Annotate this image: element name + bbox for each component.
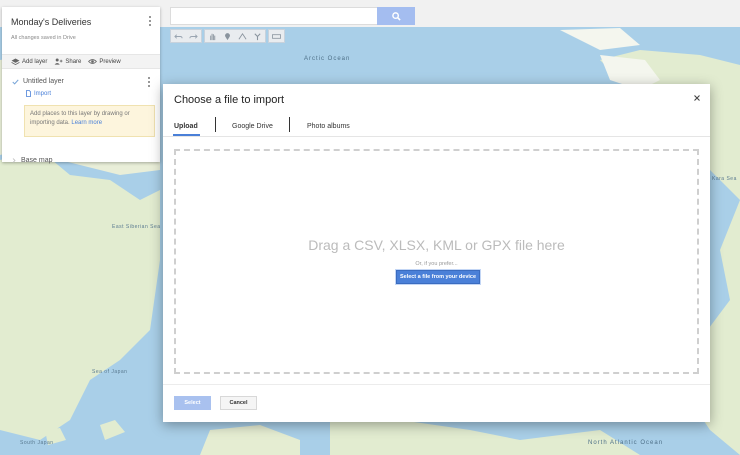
active-tab-indicator	[173, 134, 200, 136]
layer-notice: Add places to this layer by drawing or i…	[24, 105, 155, 137]
map-label-south-japan: South Japan	[20, 440, 54, 446]
checkmark-icon[interactable]	[12, 79, 19, 85]
panel-actions: Add layer Share Preview	[2, 54, 160, 69]
map-label-arctic: Arctic Ocean	[304, 56, 351, 62]
hand-icon	[210, 33, 216, 40]
shape-icon	[238, 32, 247, 39]
base-map-item[interactable]: Base map	[12, 157, 53, 164]
share-button[interactable]: Share	[54, 58, 81, 65]
map-label-north-atlantic: North Atlantic Ocean	[588, 440, 664, 446]
chevron-right-icon[interactable]	[12, 158, 16, 163]
file-drop-zone[interactable]: Drag a CSV, XLSX, KML or GPX file here O…	[174, 149, 699, 374]
undo-icon	[174, 33, 183, 39]
map-label-sea-of-japan: Sea of Japan	[92, 369, 128, 375]
draw-line-button[interactable]	[235, 30, 250, 42]
map-label-kara-sea: Kara Sea	[712, 176, 737, 182]
search-icon	[391, 11, 401, 21]
dialog-tabs: Upload Google Drive Photo albums	[163, 115, 710, 137]
drop-instructions: Drag a CSV, XLSX, KML or GPX file here	[308, 237, 565, 253]
tab-separator	[215, 117, 216, 132]
map-toolbar	[170, 29, 285, 43]
close-icon	[694, 95, 700, 101]
search-input[interactable]	[170, 7, 377, 25]
add-marker-button[interactable]	[220, 30, 235, 42]
file-icon	[26, 90, 31, 97]
ruler-icon	[272, 33, 281, 39]
add-directions-button[interactable]	[250, 30, 265, 42]
layer-menu-icon[interactable]	[146, 77, 152, 87]
select-button[interactable]: Select	[174, 396, 211, 410]
tab-separator	[289, 117, 290, 132]
import-link[interactable]: Import	[26, 90, 51, 97]
redo-icon	[189, 33, 198, 39]
cancel-button[interactable]: Cancel	[220, 396, 257, 410]
or-text: Or, if you prefer...	[415, 261, 458, 267]
preview-label: Preview	[99, 58, 121, 65]
select-device-file-button[interactable]: Select a file from your device	[396, 270, 480, 284]
close-button[interactable]	[692, 93, 702, 103]
map-label-east-siberian-sea: East Siberian Sea	[112, 224, 161, 230]
undo-button[interactable]	[171, 30, 186, 42]
eye-icon	[88, 59, 98, 64]
panel-menu-icon[interactable]	[147, 15, 153, 27]
map-title[interactable]: Monday's Deliveries	[11, 17, 91, 27]
import-dialog: Choose a file to import Upload Google Dr…	[163, 84, 710, 422]
measure-button[interactable]	[269, 30, 284, 42]
layer-name[interactable]: Untitled layer	[23, 78, 64, 85]
add-layer-label: Add layer	[22, 58, 48, 65]
add-layer-button[interactable]: Add layer	[11, 58, 47, 65]
import-label: Import	[34, 90, 52, 97]
hand-tool-button[interactable]	[205, 30, 220, 42]
save-status: All changes saved in Drive	[11, 35, 76, 41]
layers-icon	[11, 58, 20, 65]
dialog-title: Choose a file to import	[174, 94, 285, 106]
base-map-label: Base map	[21, 157, 53, 164]
search-button[interactable]	[377, 7, 415, 25]
tab-google-drive[interactable]: Google Drive	[232, 115, 273, 137]
map-panel: Monday's Deliveries All changes saved in…	[2, 7, 160, 164]
learn-more-link[interactable]: Learn more	[71, 120, 102, 126]
add-person-icon	[54, 58, 63, 65]
preview-button[interactable]: Preview	[88, 58, 121, 65]
share-label: Share	[65, 58, 82, 65]
redo-button[interactable]	[186, 30, 201, 42]
dialog-footer-divider	[163, 384, 710, 385]
layer-item[interactable]: Untitled layer	[12, 78, 64, 85]
tab-photo-albums[interactable]: Photo albums	[307, 115, 350, 137]
marker-icon	[225, 32, 230, 40]
route-icon	[254, 32, 261, 40]
